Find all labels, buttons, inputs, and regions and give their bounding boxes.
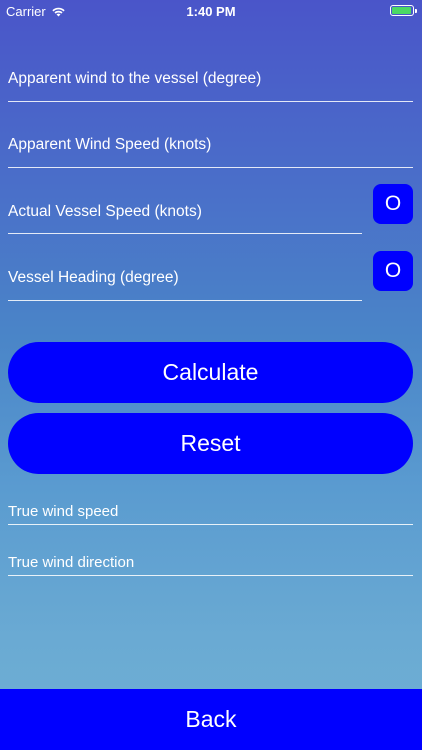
true-wind-speed-underline bbox=[8, 524, 413, 525]
vessel-speed-underline bbox=[8, 233, 362, 234]
calculate-button[interactable]: Calculate bbox=[8, 342, 413, 403]
status-bar: Carrier 1:40 PM bbox=[0, 0, 422, 22]
vessel-speed-toggle-button[interactable]: O bbox=[373, 184, 413, 224]
back-button[interactable]: Back bbox=[0, 689, 422, 750]
reset-button[interactable]: Reset bbox=[8, 413, 413, 474]
vessel-heading-input[interactable]: Vessel Heading (degree) bbox=[8, 269, 179, 287]
vessel-heading-underline bbox=[8, 300, 362, 301]
apparent-wind-direction-input[interactable]: Apparent wind to the vessel (degree) bbox=[8, 70, 261, 88]
apparent-wind-speed-underline bbox=[8, 167, 413, 168]
vessel-speed-input[interactable]: Actual Vessel Speed (knots) bbox=[8, 203, 202, 221]
battery-tip bbox=[415, 9, 417, 13]
status-right bbox=[390, 5, 417, 16]
true-wind-speed-label: True wind speed bbox=[8, 503, 119, 520]
apparent-wind-direction-underline bbox=[8, 101, 413, 102]
true-wind-direction-underline bbox=[8, 575, 413, 576]
true-wind-direction-label: True wind direction bbox=[8, 554, 135, 571]
status-time: 1:40 PM bbox=[186, 4, 236, 19]
apparent-wind-speed-input[interactable]: Apparent Wind Speed (knots) bbox=[8, 136, 211, 154]
vessel-heading-toggle-button[interactable]: O bbox=[373, 251, 413, 291]
battery-fill bbox=[392, 7, 411, 14]
battery-icon bbox=[390, 5, 417, 16]
